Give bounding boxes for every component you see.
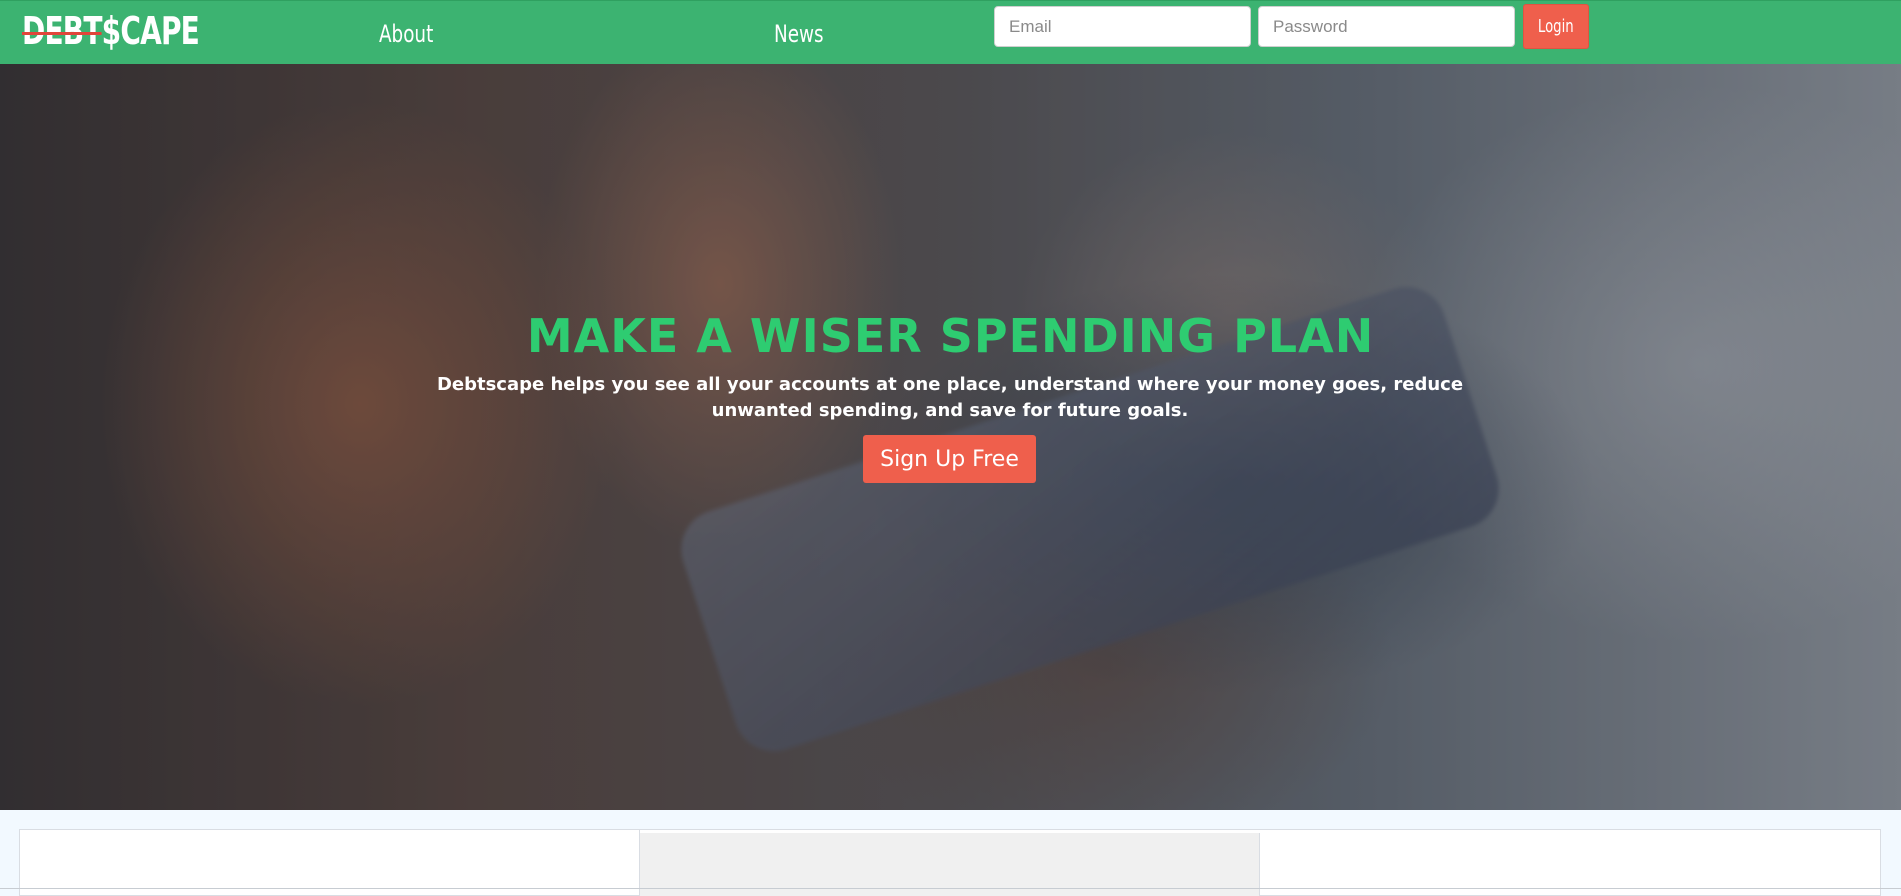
logo-scape-text: $CAPE <box>101 9 200 53</box>
debtscape-logo[interactable]: DEBT$CAPE <box>22 9 200 53</box>
nav-link-about[interactable]: About <box>379 19 433 49</box>
feature-cards <box>19 829 1881 896</box>
hero-title: MAKE A WISER SPENDING PLAN <box>526 309 1375 363</box>
feature-card <box>640 833 1260 896</box>
login-button[interactable]: Login <box>1523 4 1589 49</box>
email-field[interactable] <box>994 6 1251 47</box>
feature-card <box>1260 830 1882 896</box>
hero-subtitle: Debtscape helps you see all your account… <box>436 374 1464 421</box>
top-navbar: DEBT$CAPE About News Login <box>0 0 1901 64</box>
password-field[interactable] <box>1258 6 1515 47</box>
sign-up-free-button[interactable]: Sign Up Free <box>863 435 1036 483</box>
login-button-label: Login <box>1538 16 1574 37</box>
feature-card <box>20 830 640 896</box>
logo-debt-text: DEBT <box>22 9 102 53</box>
divider <box>0 888 1901 889</box>
nav-link-news[interactable]: News <box>774 19 824 49</box>
